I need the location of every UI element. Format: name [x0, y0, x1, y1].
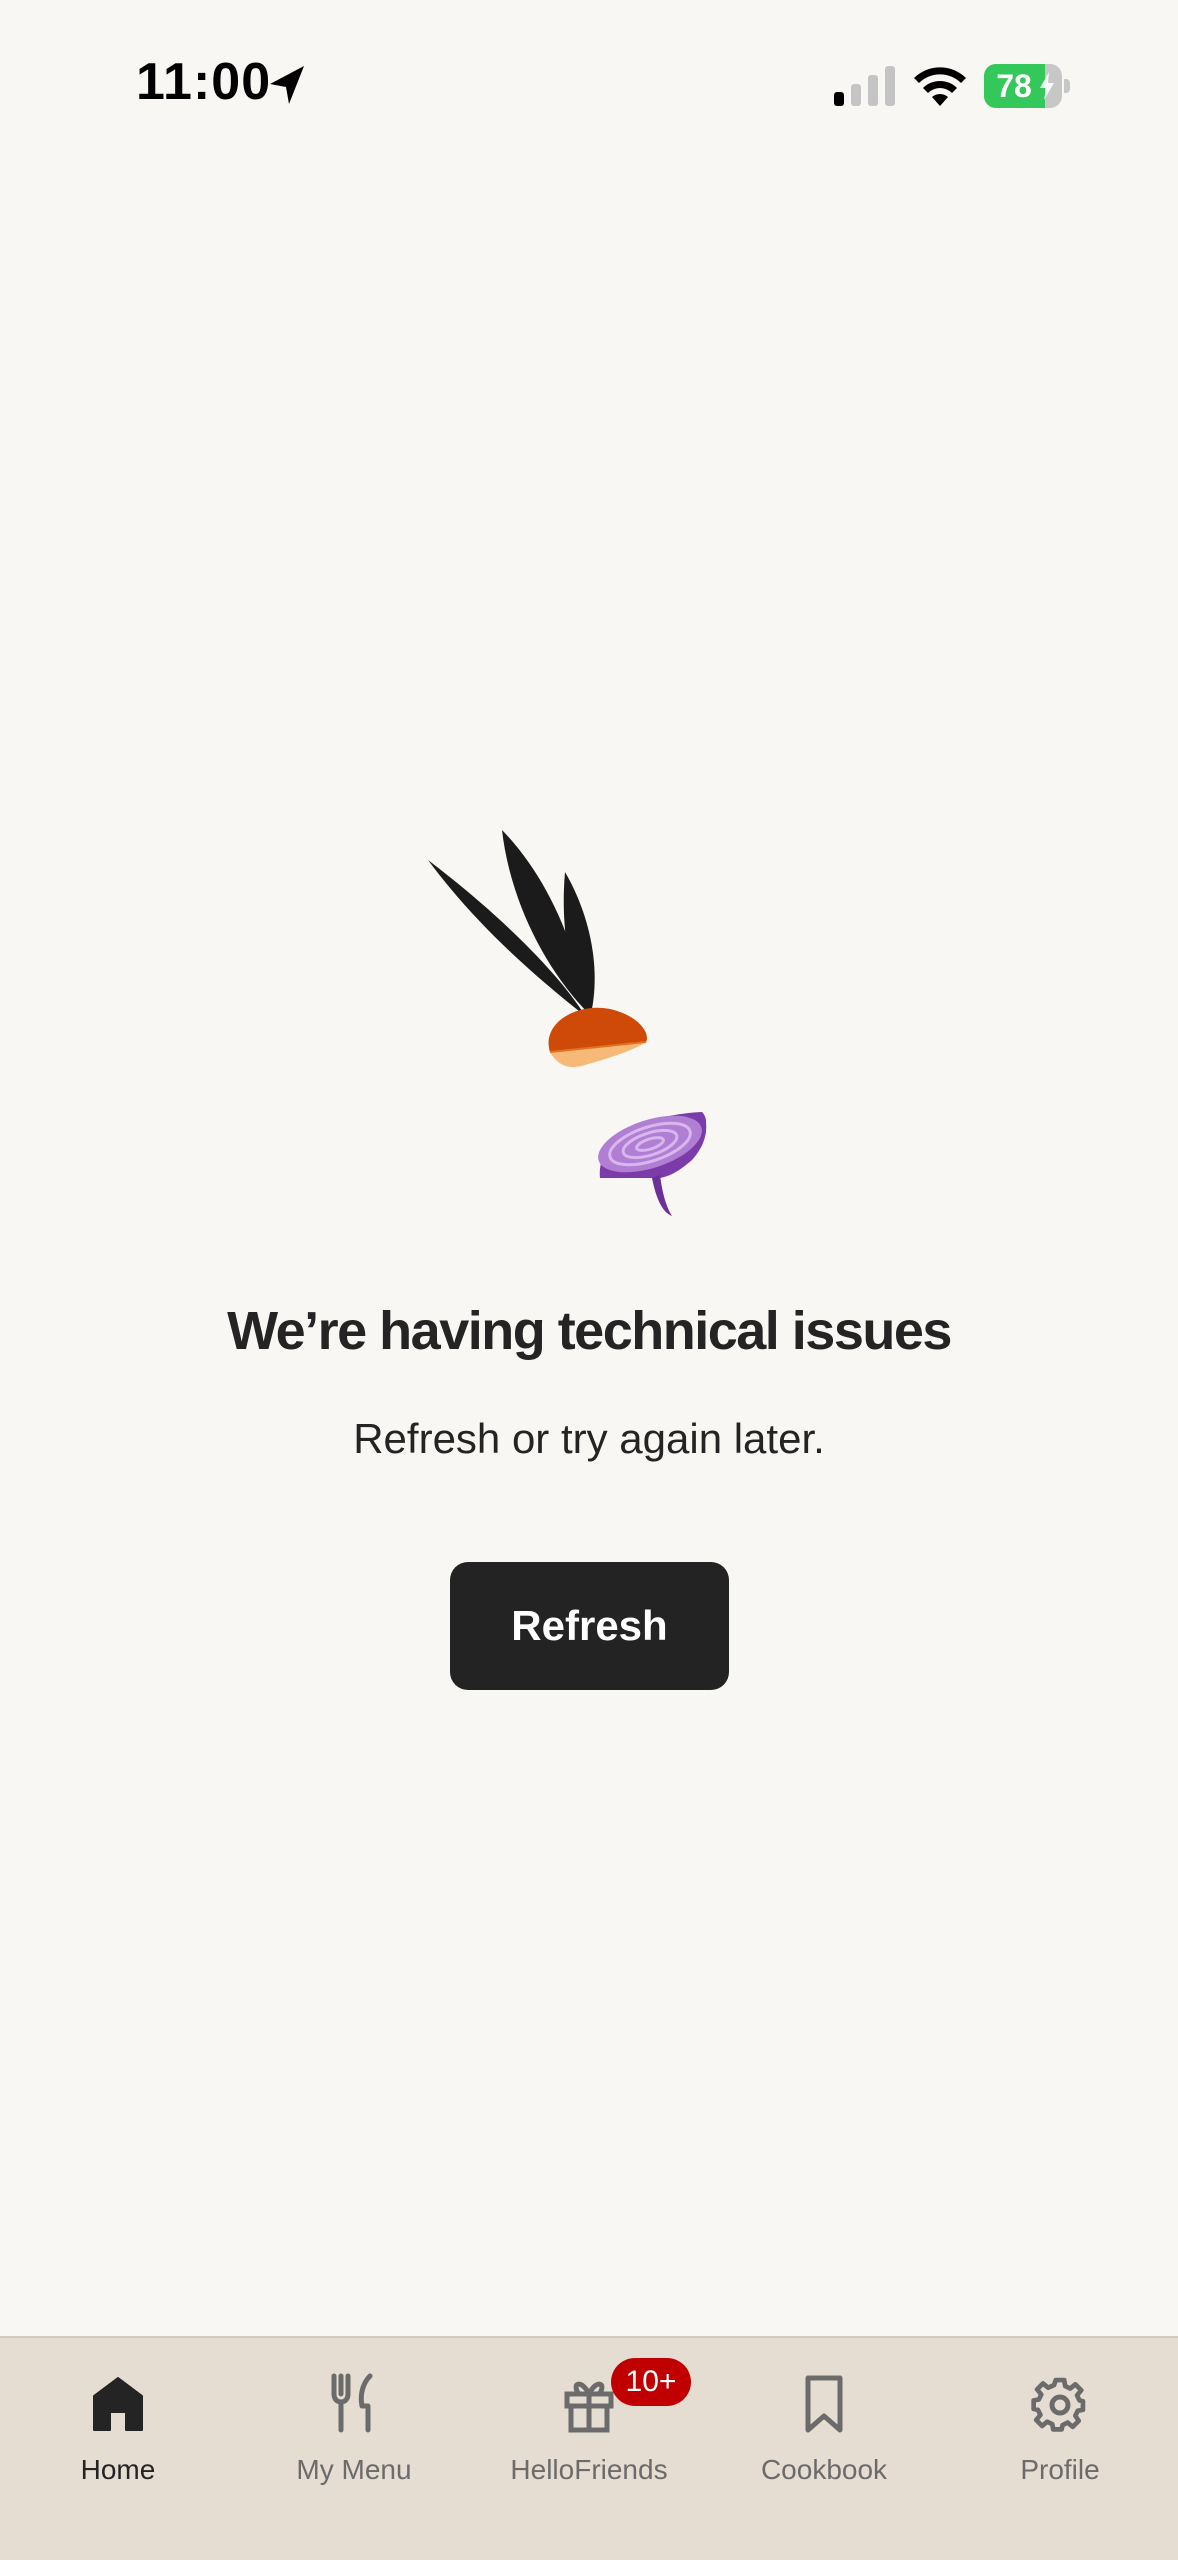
battery-tip [1064, 79, 1070, 93]
tab-label-home: Home [80, 2454, 156, 2485]
tab-label-cookbook: Cookbook [760, 2454, 888, 2485]
gear-icon [1031, 2377, 1086, 2432]
tab-label-hellofriends: HelloFriends [510, 2454, 668, 2485]
cellular-signal-icon [834, 66, 895, 106]
bookmark-icon [805, 2375, 843, 2433]
sliced-radish-and-onion-illustration [428, 830, 707, 1216]
tab-label-my-menu: My Menu [296, 2454, 412, 2485]
app-screen: 11:00 78 We’re having technical issues R… [0, 0, 1178, 2560]
battery-indicator: 78 [984, 64, 1070, 108]
tab-cookbook[interactable]: Cookbook [706, 2358, 942, 2498]
tab-my-menu[interactable]: My Menu [236, 2358, 472, 2498]
error-subtitle: Refresh or try again later. [353, 1415, 825, 1462]
tab-profile[interactable]: Profile [942, 2358, 1178, 2498]
error-title: We’re having technical issues [227, 1301, 952, 1361]
bottom-tab-bar: Home My Menu 10+ HelloFriends Cookbook P… [0, 2336, 1178, 2560]
status-bar: 11:00 78 [0, 0, 1178, 170]
location-arrow-icon [270, 66, 304, 104]
tab-hellofriends[interactable]: 10+ HelloFriends [471, 2358, 707, 2498]
battery-percent: 78 [996, 68, 1032, 104]
charging-bolt-icon [1040, 72, 1054, 100]
notification-badge: 10+ [611, 2358, 691, 2406]
tab-label-profile: Profile [1020, 2454, 1100, 2485]
fork-knife-icon [331, 2373, 373, 2433]
gift-icon [564, 2381, 614, 2433]
status-time: 11:00 [136, 53, 272, 111]
wifi-icon [914, 67, 966, 106]
tab-home[interactable]: Home [0, 2358, 236, 2498]
refresh-button[interactable]: Refresh [450, 1562, 729, 1690]
home-icon [93, 2377, 143, 2431]
battery-body: 78 [984, 64, 1062, 108]
